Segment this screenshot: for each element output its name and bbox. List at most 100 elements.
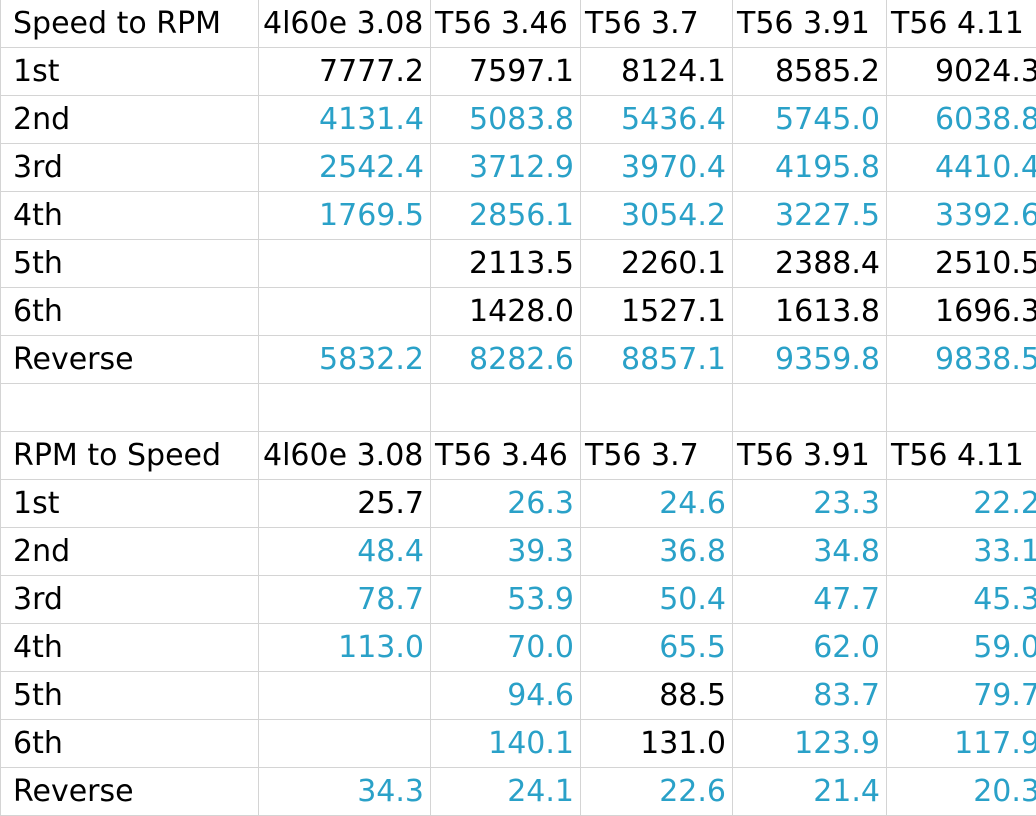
- value-cell[interactable]: 2260.1: [581, 240, 733, 288]
- column-header[interactable]: T56 3.91: [733, 0, 887, 48]
- empty-cell[interactable]: [431, 384, 581, 432]
- value-cell[interactable]: 1769.5: [259, 192, 431, 240]
- row-label[interactable]: 6th: [1, 720, 259, 768]
- value-cell[interactable]: 36.8: [581, 528, 733, 576]
- value-cell[interactable]: 65.5: [581, 624, 733, 672]
- value-cell[interactable]: 9838.5: [887, 336, 1036, 384]
- value-cell[interactable]: 8857.1: [581, 336, 733, 384]
- value-cell[interactable]: 24.6: [581, 480, 733, 528]
- value-cell[interactable]: 1613.8: [733, 288, 887, 336]
- value-cell[interactable]: 4195.8: [733, 144, 887, 192]
- value-cell[interactable]: 5436.4: [581, 96, 733, 144]
- column-header[interactable]: T56 3.46: [431, 0, 581, 48]
- table-title[interactable]: Speed to RPM: [1, 0, 259, 48]
- value-cell[interactable]: 45.3: [887, 576, 1036, 624]
- value-cell[interactable]: 88.5: [581, 672, 733, 720]
- value-cell[interactable]: 9024.3: [887, 48, 1036, 96]
- column-header[interactable]: T56 3.7: [581, 0, 733, 48]
- row-label[interactable]: 4th: [1, 192, 259, 240]
- value-cell[interactable]: 1696.3: [887, 288, 1036, 336]
- value-cell[interactable]: 2113.5: [431, 240, 581, 288]
- row-label[interactable]: Reverse: [1, 336, 259, 384]
- value-cell[interactable]: 4131.4: [259, 96, 431, 144]
- value-cell[interactable]: 8124.1: [581, 48, 733, 96]
- value-cell[interactable]: 117.9: [887, 720, 1036, 768]
- value-cell[interactable]: 34.3: [259, 768, 431, 816]
- value-cell[interactable]: 34.8: [733, 528, 887, 576]
- value-cell[interactable]: 83.7: [733, 672, 887, 720]
- value-cell[interactable]: 2856.1: [431, 192, 581, 240]
- value-cell[interactable]: 8585.2: [733, 48, 887, 96]
- row-label[interactable]: 5th: [1, 240, 259, 288]
- column-header[interactable]: T56 3.46: [431, 432, 581, 480]
- value-cell[interactable]: 23.3: [733, 480, 887, 528]
- empty-cell[interactable]: [733, 384, 887, 432]
- value-cell[interactable]: 4410.4: [887, 144, 1036, 192]
- table-title[interactable]: RPM to Speed: [1, 432, 259, 480]
- column-header[interactable]: T56 4.11: [887, 432, 1036, 480]
- row-label[interactable]: 4th: [1, 624, 259, 672]
- value-cell[interactable]: 113.0: [259, 624, 431, 672]
- value-cell[interactable]: 1428.0: [431, 288, 581, 336]
- value-cell[interactable]: 7597.1: [431, 48, 581, 96]
- value-cell[interactable]: 22.2: [887, 480, 1036, 528]
- value-cell[interactable]: [259, 720, 431, 768]
- value-cell[interactable]: 50.4: [581, 576, 733, 624]
- column-header[interactable]: T56 4.11: [887, 0, 1036, 48]
- row-label[interactable]: 2nd: [1, 528, 259, 576]
- row-label[interactable]: 2nd: [1, 96, 259, 144]
- row-label[interactable]: 1st: [1, 48, 259, 96]
- column-header[interactable]: T56 3.91: [733, 432, 887, 480]
- value-cell[interactable]: [259, 240, 431, 288]
- value-cell[interactable]: 26.3: [431, 480, 581, 528]
- value-cell[interactable]: 1527.1: [581, 288, 733, 336]
- value-cell[interactable]: 47.7: [733, 576, 887, 624]
- value-cell[interactable]: 2510.5: [887, 240, 1036, 288]
- value-cell[interactable]: [259, 672, 431, 720]
- value-cell[interactable]: 2542.4: [259, 144, 431, 192]
- value-cell[interactable]: 5745.0: [733, 96, 887, 144]
- value-cell[interactable]: [259, 288, 431, 336]
- row-label[interactable]: 3rd: [1, 144, 259, 192]
- value-cell[interactable]: 24.1: [431, 768, 581, 816]
- value-cell[interactable]: 25.7: [259, 480, 431, 528]
- empty-cell[interactable]: [887, 384, 1036, 432]
- value-cell[interactable]: 78.7: [259, 576, 431, 624]
- value-cell[interactable]: 5832.2: [259, 336, 431, 384]
- value-cell[interactable]: 70.0: [431, 624, 581, 672]
- value-cell[interactable]: 33.1: [887, 528, 1036, 576]
- empty-cell[interactable]: [1, 384, 259, 432]
- column-header[interactable]: T56 3.7: [581, 432, 733, 480]
- value-cell[interactable]: 6038.8: [887, 96, 1036, 144]
- value-cell[interactable]: 39.3: [431, 528, 581, 576]
- column-header[interactable]: 4l60e 3.08: [259, 432, 431, 480]
- value-cell[interactable]: 3054.2: [581, 192, 733, 240]
- value-cell[interactable]: 131.0: [581, 720, 733, 768]
- value-cell[interactable]: 3392.6: [887, 192, 1036, 240]
- empty-cell[interactable]: [259, 384, 431, 432]
- value-cell[interactable]: 62.0: [733, 624, 887, 672]
- value-cell[interactable]: 123.9: [733, 720, 887, 768]
- empty-cell[interactable]: [581, 384, 733, 432]
- value-cell[interactable]: 79.7: [887, 672, 1036, 720]
- value-cell[interactable]: 3227.5: [733, 192, 887, 240]
- value-cell[interactable]: 5083.8: [431, 96, 581, 144]
- value-cell[interactable]: 94.6: [431, 672, 581, 720]
- value-cell[interactable]: 8282.6: [431, 336, 581, 384]
- column-header[interactable]: 4l60e 3.08: [259, 0, 431, 48]
- value-cell[interactable]: 9359.8: [733, 336, 887, 384]
- value-cell[interactable]: 3712.9: [431, 144, 581, 192]
- value-cell[interactable]: 7777.2: [259, 48, 431, 96]
- value-cell[interactable]: 20.3: [887, 768, 1036, 816]
- value-cell[interactable]: 3970.4: [581, 144, 733, 192]
- row-label[interactable]: 1st: [1, 480, 259, 528]
- row-label[interactable]: Reverse: [1, 768, 259, 816]
- value-cell[interactable]: 2388.4: [733, 240, 887, 288]
- value-cell[interactable]: 21.4: [733, 768, 887, 816]
- value-cell[interactable]: 48.4: [259, 528, 431, 576]
- row-label[interactable]: 5th: [1, 672, 259, 720]
- value-cell[interactable]: 59.0: [887, 624, 1036, 672]
- row-label[interactable]: 6th: [1, 288, 259, 336]
- row-label[interactable]: 3rd: [1, 576, 259, 624]
- value-cell[interactable]: 22.6: [581, 768, 733, 816]
